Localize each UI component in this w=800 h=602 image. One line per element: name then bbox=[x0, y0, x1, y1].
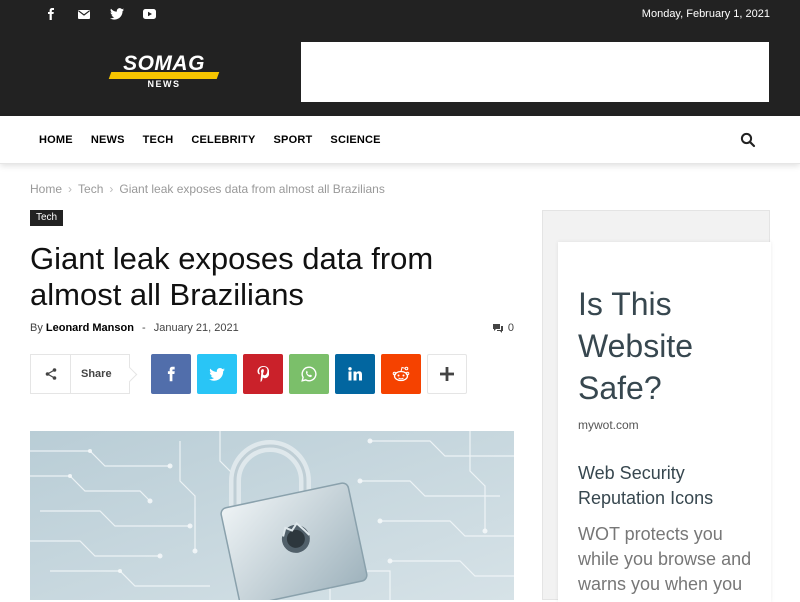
nav-item-news[interactable]: NEWS bbox=[82, 134, 134, 146]
facebook-icon[interactable] bbox=[34, 0, 67, 28]
comment-icon bbox=[492, 324, 503, 333]
nav-item-sport[interactable]: SPORT bbox=[265, 134, 322, 146]
share-reddit-button[interactable] bbox=[381, 354, 421, 394]
ad-body-text: WOT protects you while you browse and wa… bbox=[578, 524, 752, 594]
breadcrumb: Home › Tech › Giant leak exposes data from a… bbox=[30, 182, 385, 196]
plus-icon bbox=[440, 367, 454, 381]
sidebar-ad-card[interactable]: Is This Website Safe? mywot.com Web Secu… bbox=[558, 242, 771, 602]
share-label-box: Share bbox=[30, 354, 130, 394]
padlock-circuit-illustration bbox=[30, 431, 514, 600]
social-links bbox=[34, 0, 166, 28]
main-nav: HOME NEWS TECH CELEBRITY SPORT SCIENCE bbox=[0, 116, 800, 164]
facebook-icon bbox=[167, 366, 175, 382]
twitter-icon bbox=[209, 367, 225, 381]
featured-image bbox=[30, 431, 514, 600]
breadcrumb-separator: › bbox=[68, 182, 73, 196]
search-icon[interactable] bbox=[740, 132, 756, 148]
share-label: Share bbox=[81, 368, 112, 380]
comments-count: 0 bbox=[507, 322, 514, 334]
twitter-icon[interactable] bbox=[100, 0, 133, 28]
ad-headline[interactable]: Is This Website Safe? bbox=[578, 283, 768, 409]
sidebar-ad-slot: Is This Website Safe? mywot.com Web Secu… bbox=[542, 210, 771, 602]
byline-prefix: By bbox=[30, 322, 43, 334]
linkedin-icon bbox=[348, 367, 362, 381]
ad-url[interactable]: mywot.com bbox=[578, 418, 639, 432]
share-linkedin-button[interactable] bbox=[335, 354, 375, 394]
share-more-button[interactable] bbox=[427, 354, 467, 394]
share-pinterest-button[interactable] bbox=[243, 354, 283, 394]
logo-wordmark: SOMAG bbox=[123, 52, 205, 75]
mail-icon[interactable] bbox=[67, 0, 100, 28]
share-twitter-button[interactable] bbox=[197, 354, 237, 394]
ad-subheading[interactable]: Web Security Reputation Icons bbox=[578, 461, 768, 511]
share-whatsapp-button[interactable] bbox=[289, 354, 329, 394]
nav-item-home[interactable]: HOME bbox=[30, 134, 82, 146]
breadcrumb-home[interactable]: Home bbox=[30, 182, 62, 196]
meta-separator: - bbox=[141, 322, 146, 334]
share-bar: Share bbox=[30, 354, 473, 394]
site-logo[interactable]: SOMAG NEWS bbox=[108, 52, 220, 92]
top-bar: Monday, February 1, 2021 bbox=[0, 0, 800, 28]
header-ad-banner[interactable] bbox=[301, 42, 769, 102]
comments-count-link[interactable]: 0 bbox=[492, 322, 514, 334]
article-meta: By Leonard Manson - January 21, 2021 0 bbox=[30, 322, 514, 334]
breadcrumb-separator: › bbox=[109, 182, 114, 196]
nav-item-celebrity[interactable]: CELEBRITY bbox=[182, 134, 264, 146]
reddit-icon bbox=[392, 366, 410, 382]
breadcrumb-current: Giant leak exposes data from almost all … bbox=[119, 182, 385, 196]
logo-subtitle: NEWS bbox=[147, 79, 181, 89]
pinterest-icon bbox=[257, 366, 269, 382]
nav-item-tech[interactable]: TECH bbox=[134, 134, 183, 146]
whatsapp-icon bbox=[301, 366, 317, 382]
current-date: Monday, February 1, 2021 bbox=[641, 8, 770, 20]
publish-date: January 21, 2021 bbox=[153, 322, 239, 334]
site-header: SOMAG NEWS bbox=[0, 28, 800, 116]
category-tag[interactable]: Tech bbox=[30, 210, 64, 226]
nav-item-science[interactable]: SCIENCE bbox=[321, 134, 389, 146]
share-icon bbox=[31, 355, 71, 393]
breadcrumb-tech[interactable]: Tech bbox=[78, 182, 103, 196]
youtube-icon[interactable] bbox=[133, 0, 166, 28]
article-title: Giant leak exposes data from almost all … bbox=[30, 241, 434, 312]
share-facebook-button[interactable] bbox=[151, 354, 191, 394]
author-link[interactable]: Leonard Manson bbox=[46, 322, 134, 334]
